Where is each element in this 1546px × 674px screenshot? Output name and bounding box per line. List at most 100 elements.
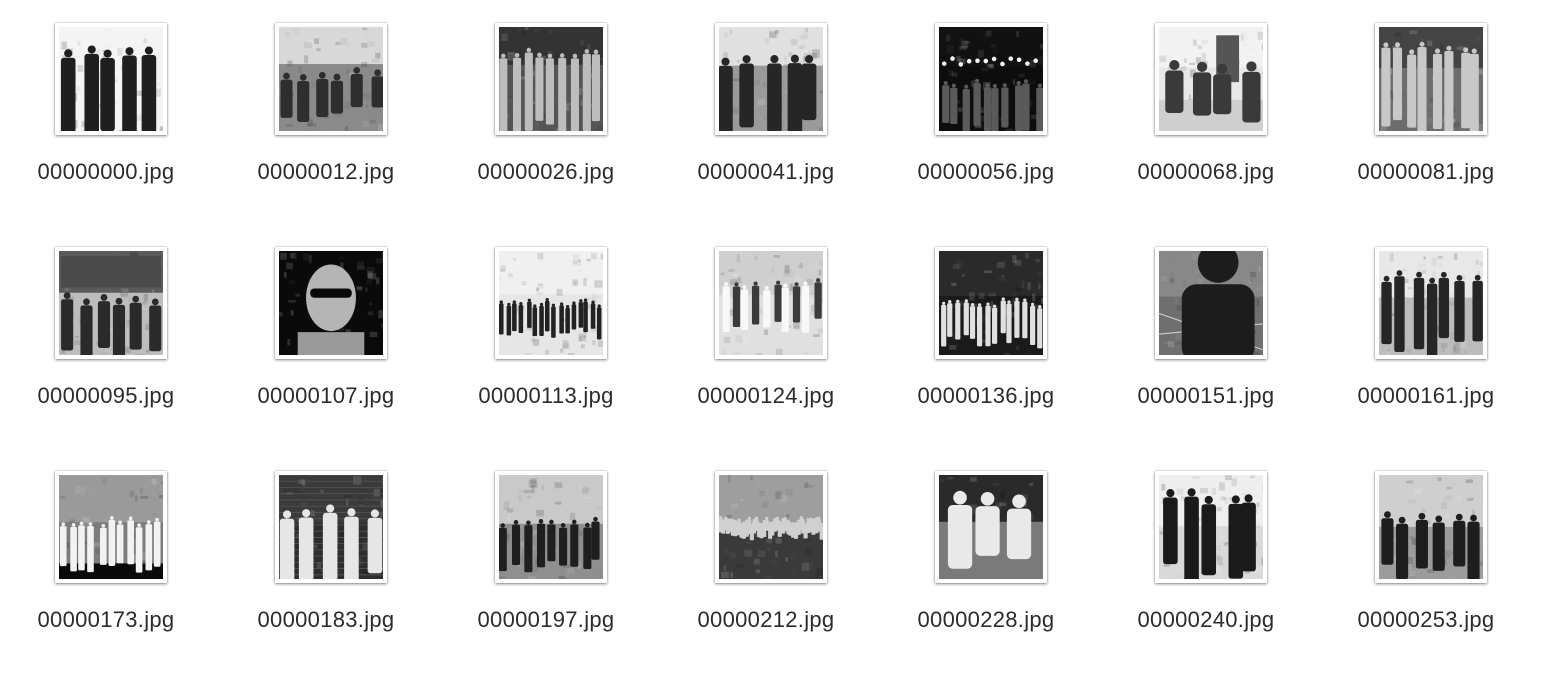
thumbnail-frame[interactable] [715,471,827,583]
file-item[interactable]: 00000240.jpg [1100,471,1320,671]
thumbnail-image [939,251,1043,355]
file-name-label[interactable]: 00000095.jpg [0,383,212,409]
file-name-label[interactable]: 00000056.jpg [880,159,1092,185]
band-stage-icon [719,27,823,131]
thumbnail-frame[interactable] [495,23,607,135]
file-name-label[interactable]: 00000212.jpg [660,607,872,633]
file-name-label[interactable]: 00000253.jpg [1320,607,1532,633]
file-name-label[interactable]: 00000012.jpg [220,159,432,185]
file-item[interactable]: 00000161.jpg [1320,247,1540,447]
file-item[interactable]: 00000124.jpg [660,247,880,447]
thumbnail-frame[interactable] [1155,247,1267,359]
file-name-label[interactable]: 00000173.jpg [0,607,212,633]
file-item[interactable]: 00000095.jpg [0,247,220,447]
building-entrance-people-icon [1159,27,1263,131]
thumbnail-image [939,475,1043,579]
thumbnail-frame[interactable] [935,23,1047,135]
man-sunglasses-portrait-icon [279,251,383,355]
file-name-label[interactable]: 00000161.jpg [1320,383,1532,409]
thumbnail-image [499,475,603,579]
thumbnail-image [279,27,383,131]
file-item[interactable]: 00000136.jpg [880,247,1100,447]
file-item[interactable]: 00000068.jpg [1100,23,1320,223]
thumbnail-image [939,27,1043,131]
file-name-label[interactable]: 00000124.jpg [660,383,872,409]
thumbnail-image [279,251,383,355]
night-street-crowd-icon [939,251,1043,355]
stage-performance-icon [59,475,163,579]
classroom-icon [59,251,163,355]
room-people-icon [1379,475,1483,579]
thumbnail-image [1159,475,1263,579]
thumbnail-frame[interactable] [275,247,387,359]
file-name-label[interactable]: 00000000.jpg [0,159,212,185]
file-item[interactable]: 00000041.jpg [660,23,880,223]
thumbnail-image [59,475,163,579]
file-item[interactable]: 00000000.jpg [0,23,220,223]
file-item[interactable]: 00000113.jpg [440,247,660,447]
crowd-group-icon [499,27,603,131]
file-icon-grid: 00000000.jpg 00000012.jpg 00000026.jpg 0000… [0,0,1546,674]
file-item[interactable]: 00000228.jpg [880,471,1100,671]
thumbnail-frame[interactable] [715,247,827,359]
thumbnail-image [1159,27,1263,131]
file-item[interactable]: 00000012.jpg [220,23,440,223]
thumbnail-frame[interactable] [55,247,167,359]
thumbnail-image [59,251,163,355]
file-name-label[interactable]: 00000041.jpg [660,159,872,185]
thumbnail-frame[interactable] [55,471,167,583]
thumbnail-image [719,475,823,579]
file-name-label[interactable]: 00000026.jpg [440,159,652,185]
indoor-group-icon [1379,251,1483,355]
thumbnail-frame[interactable] [1375,23,1487,135]
thumbnail-image [499,251,603,355]
thumbnail-frame[interactable] [935,247,1047,359]
file-item[interactable]: 00000212.jpg [660,471,880,671]
file-item[interactable]: 00000151.jpg [1100,247,1320,447]
people-hats-icon [1159,475,1263,579]
thumbnail-image [719,251,823,355]
thumbnail-frame[interactable] [1375,471,1487,583]
park-people-icon [499,475,603,579]
thumbnail-image [719,27,823,131]
thumbnail-frame[interactable] [55,23,167,135]
file-name-label[interactable]: 00000228.jpg [880,607,1092,633]
thumbnail-frame[interactable] [275,23,387,135]
musicians-brick-wall-icon [279,475,383,579]
file-name-label[interactable]: 00000081.jpg [1320,159,1532,185]
thumbnail-image [1379,27,1483,131]
file-item[interactable]: 00000107.jpg [220,247,440,447]
file-item[interactable]: 00000183.jpg [220,471,440,671]
thumbnail-frame[interactable] [495,471,607,583]
file-name-label[interactable]: 00000068.jpg [1100,159,1312,185]
file-name-label[interactable]: 00000240.jpg [1100,607,1312,633]
thumbnail-image [499,27,603,131]
file-item[interactable]: 00000081.jpg [1320,23,1540,223]
file-name-label[interactable]: 00000151.jpg [1100,383,1312,409]
file-item[interactable]: 00000056.jpg [880,23,1100,223]
thumbnail-image [59,27,163,131]
thumbnail-image [1379,251,1483,355]
thumbnail-image [1159,251,1263,355]
children-group-icon [1379,27,1483,131]
thumbnail-frame[interactable] [715,23,827,135]
thumbnail-frame[interactable] [935,471,1047,583]
thumbnail-image [1379,475,1483,579]
file-name-label[interactable]: 00000136.jpg [880,383,1092,409]
chefs-group-icon [719,251,823,355]
thumbnail-frame[interactable] [1155,23,1267,135]
file-name-label[interactable]: 00000183.jpg [220,607,432,633]
thumbnail-frame[interactable] [495,247,607,359]
thumbnail-frame[interactable] [1375,247,1487,359]
file-name-label[interactable]: 00000197.jpg [440,607,652,633]
file-item[interactable]: 00000173.jpg [0,471,220,671]
file-name-label[interactable]: 00000113.jpg [440,383,652,409]
file-name-label[interactable]: 00000107.jpg [220,383,432,409]
thumbnail-frame[interactable] [1155,471,1267,583]
thumbnail-frame[interactable] [275,471,387,583]
runner-track-icon [1159,251,1263,355]
file-item[interactable]: 00000253.jpg [1320,471,1540,671]
file-item[interactable]: 00000026.jpg [440,23,660,223]
file-item[interactable]: 00000197.jpg [440,471,660,671]
people-group-portrait-icon [59,27,163,131]
